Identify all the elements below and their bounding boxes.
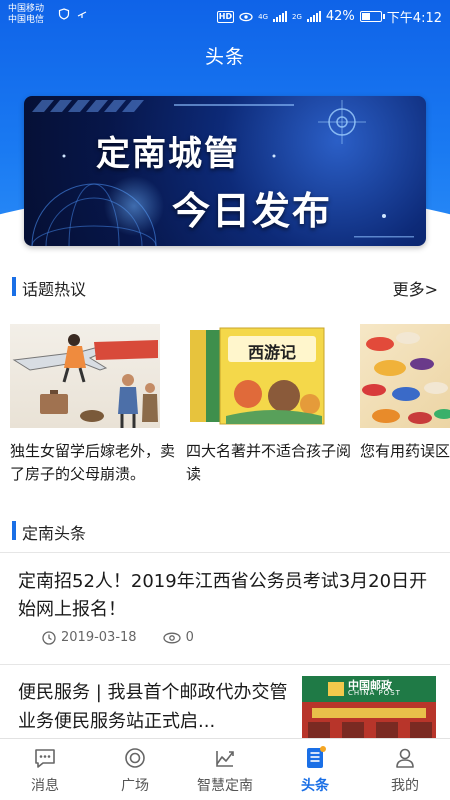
nav-label: 头条	[301, 778, 329, 794]
topics-section-title: 话题热议	[22, 280, 87, 299]
topic-card[interactable]: 西游记 四大名著并不适合孩子阅读	[186, 324, 351, 486]
topic-title: 您有用药误区	[360, 442, 450, 460]
book-title-label: 西游记	[247, 343, 296, 362]
nav-item-plaza[interactable]: 广场	[90, 739, 180, 795]
post-sign-en: CHINA POST	[348, 689, 401, 697]
nav-label: 智慧定南	[197, 778, 253, 794]
status-bar: 中国移动 中国电信 HD 4G 2G 42% 下午4:12	[0, 0, 450, 32]
divider	[0, 552, 450, 553]
shield-icon	[58, 8, 70, 20]
battery-fill	[361, 13, 371, 20]
nav-item-headline[interactable]: 头条	[270, 739, 360, 795]
battery-icon	[359, 11, 385, 22]
eye-icon	[162, 632, 181, 643]
nav-label: 消息	[31, 778, 59, 794]
status-right: HD 4G 2G 42% 下午4:12	[216, 7, 442, 26]
eye-icon	[239, 12, 253, 21]
carrier-2: 中国电信	[8, 15, 45, 25]
carrier-1: 中国移动	[8, 4, 45, 14]
topics-carousel[interactable]: 独生女留学后嫁老外，卖了房子的父母崩溃。 西游记 四大名著并不适合孩子阅读 您有…	[0, 324, 450, 494]
headline-icon	[307, 746, 326, 768]
battery-percent: 42%	[325, 9, 355, 24]
network-type-2: 2G	[292, 12, 302, 21]
topic-image-book: 西游记	[186, 324, 336, 428]
nav-item-messages[interactable]: 消息	[0, 739, 90, 795]
page-title: 头条	[204, 46, 245, 68]
clock-icon	[42, 630, 56, 645]
news-section-header: 定南头条	[0, 518, 450, 544]
divider	[0, 664, 450, 665]
nav-item-smart-city[interactable]: 智慧定南	[180, 739, 270, 795]
nav-label: 我的	[391, 778, 419, 794]
nav-item-profile[interactable]: 我的	[360, 739, 450, 795]
more-link[interactable]: 更多>	[393, 276, 438, 300]
news-title[interactable]: 便民服务 | 我县首个邮政代办交管业务便民服务站正式启...	[18, 678, 288, 736]
news-date-text: 2019-03-18	[61, 630, 137, 645]
bottom-nav: 消息 广场 智慧定南 头条 我的	[0, 738, 450, 800]
banner-title-line2: 今日发布	[172, 189, 333, 233]
banner-title-line1: 定南城管	[96, 134, 240, 174]
topics-section-header: 话题热议 更多>	[0, 274, 450, 300]
news-image-post-office: 中国邮政 CHINA POST	[302, 676, 436, 740]
banner[interactable]: 定南城管 今日发布	[24, 96, 426, 246]
clock: 下午4:12	[386, 11, 442, 26]
topic-card[interactable]: 您有用药误区	[360, 324, 450, 463]
nav-label: 广场	[121, 778, 149, 794]
section-accent-bar	[12, 521, 16, 540]
signal-icon-2	[306, 11, 321, 22]
news-views: 0	[162, 630, 194, 645]
carrier-info: 中国移动 中国电信	[8, 4, 44, 26]
message-icon	[35, 749, 55, 768]
news-date: 2019-03-18	[42, 630, 137, 645]
network-type: 4G	[258, 12, 268, 21]
news-views-count: 0	[185, 630, 194, 645]
news-meta: 2019-03-18 0	[42, 630, 220, 645]
smart-city-icon	[216, 751, 234, 767]
news-section-title: 定南头条	[22, 524, 87, 543]
signal-icon	[273, 11, 287, 22]
section-accent-bar	[12, 277, 16, 296]
topic-card[interactable]: 独生女留学后嫁老外，卖了房子的父母崩溃。	[10, 324, 175, 486]
plaza-icon	[125, 748, 145, 768]
topic-title: 独生女留学后嫁老外，卖了房子的父母崩溃。	[10, 442, 176, 483]
usb-icon	[77, 11, 87, 18]
hd-badge: HD	[216, 10, 235, 23]
profile-icon	[396, 748, 414, 768]
status-icons-left	[58, 8, 88, 20]
topic-image-travel	[10, 324, 160, 428]
topic-title: 四大名著并不适合孩子阅读	[186, 442, 352, 483]
news-title[interactable]: 定南招52人！2019年江西省公务员考试3月20日开始网上报名！	[18, 568, 436, 624]
topic-image-pills	[360, 324, 450, 428]
